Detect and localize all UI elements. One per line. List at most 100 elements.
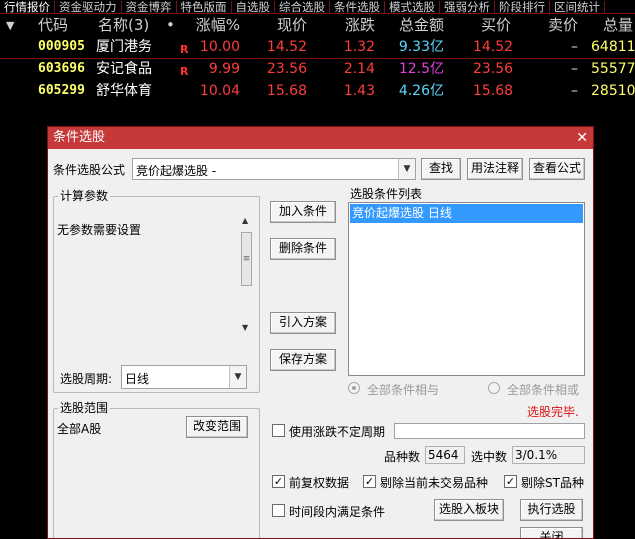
add-to-board-button[interactable]: 选股入板块 [434, 499, 504, 521]
cell-name: 舒华体育 [96, 83, 152, 99]
find-button[interactable]: 查找 [421, 158, 461, 180]
close-icon[interactable]: ✕ [576, 130, 588, 146]
period-value: 日线 [125, 372, 150, 386]
cell-price: 14.52 [266, 39, 307, 55]
chevron-down-icon[interactable]: ▼ [398, 159, 415, 179]
or-label: 全部条件相或 [507, 383, 580, 397]
scroll-down-icon[interactable]: ▼ [242, 323, 248, 332]
or-radio[interactable] [488, 382, 500, 394]
cell-chg: 2.14 [343, 61, 375, 77]
params-text: 无参数需要设置 [57, 223, 142, 237]
col-dot: • [166, 16, 175, 34]
cell-code: 000905 [38, 39, 85, 54]
cell-code: 605299 [38, 83, 85, 98]
top-tab-4[interactable]: 自选股 [232, 1, 275, 13]
count-label: 品种数 [384, 450, 421, 464]
col-price[interactable]: 现价 [264, 14, 307, 36]
cell-price: 23.56 [266, 61, 307, 77]
grid-header: ▼ 代码 名称(3) • 涨幅% 现价 涨跌 总金额 买价 卖价 总量 [0, 14, 635, 36]
top-tab-bar: 行情报价 资金驱动力 资金博弈 特色版面 自选股 综合选股 条件选股 模式选股 强弱分析 阶段排行… [0, 0, 635, 14]
execute-select-button[interactable]: 执行选股 [520, 499, 583, 521]
cell-ask: – [571, 61, 578, 77]
top-tab-0[interactable]: 行情报价 [0, 1, 55, 13]
params-scrollbar[interactable]: ▲ ≡ ▼ [240, 216, 254, 336]
top-tab-9[interactable]: 阶段排行 [495, 1, 550, 13]
cell-amount: 4.26亿 [398, 83, 444, 99]
top-tab-7[interactable]: 模式选股 [385, 1, 440, 13]
irregular-period-label: 使用涨跌不定周期 [289, 425, 386, 439]
formula-label: 条件选股公式 [53, 163, 126, 177]
col-amount[interactable]: 总金额 [392, 14, 444, 36]
col-bid[interactable]: 买价 [473, 14, 511, 36]
selected-value: 3/0.1% [515, 448, 558, 462]
selected-label: 选中数 [471, 450, 508, 464]
cell-vol: 285104 [591, 83, 635, 99]
col-ask[interactable]: 卖价 [540, 14, 578, 36]
usage-notes-button[interactable]: 用法注释 [467, 158, 523, 180]
view-formula-button[interactable]: 查看公式 [529, 158, 585, 180]
cell-vol: 648111 [591, 39, 635, 55]
timeframe-checkbox[interactable] [272, 504, 285, 517]
exclude-st-label: 剔除ST品种 [521, 476, 584, 490]
exclude-untraded-checkbox[interactable]: ✓ [363, 475, 376, 488]
top-tab-8[interactable]: 强弱分析 [440, 1, 495, 13]
scroll-thumb[interactable]: ≡ [241, 232, 252, 286]
cell-num: 2 [6, 61, 15, 77]
condition-list[interactable]: 竞价起爆选股 日线 [348, 202, 585, 376]
irregular-period-input[interactable] [394, 423, 585, 439]
range-group-label: 选股范围 [58, 401, 111, 415]
cell-code: 603696 [38, 61, 85, 76]
table-row[interactable]: 3 605299 舒华体育 10.04 15.68 1.43 4.26亿 15.68 –2851… [0, 80, 635, 102]
forward-adjust-checkbox[interactable]: ✓ [272, 475, 285, 488]
change-range-button[interactable]: 改变范围 [186, 416, 248, 438]
col-pct[interactable]: 涨幅% [190, 14, 240, 36]
cell-name: 安记食品 [96, 61, 152, 77]
col-code[interactable]: 代码 [38, 14, 68, 36]
close-button[interactable]: 关闭 [520, 527, 583, 538]
save-plan-button[interactable]: 保存方案 [270, 349, 336, 371]
add-condition-button[interactable]: 加入条件 [270, 201, 336, 223]
condition-select-dialog: 条件选股 ✕ 条件选股公式 竞价起爆选股 - ▼ 查找 用法注释 查看公式 计算… [47, 126, 594, 539]
sort-arrow-icon[interactable]: ▼ [6, 15, 14, 37]
and-radio[interactable] [348, 382, 360, 394]
chevron-down-icon[interactable]: ▼ [229, 366, 246, 388]
top-tab-6[interactable]: 条件选股 [330, 1, 385, 13]
formula-select[interactable]: 竞价起爆选股 - ▼ [132, 158, 416, 180]
range-value: 全部A股 [57, 422, 102, 436]
cell-num: 1 [6, 39, 15, 55]
cell-chg: 1.43 [343, 83, 375, 99]
col-vol[interactable]: 总量 [603, 14, 633, 36]
scroll-up-icon[interactable]: ▲ [242, 216, 248, 225]
import-plan-button[interactable]: 引入方案 [270, 312, 336, 334]
cell-name: 厦门港务 [96, 39, 152, 55]
forward-adjust-label: 前复权数据 [289, 476, 350, 490]
exclude-st-checkbox[interactable]: ✓ [504, 475, 517, 488]
cell-amount: 9.33亿 [398, 39, 444, 55]
timeframe-label: 时间段内满足条件 [289, 505, 386, 519]
top-tab-1[interactable]: 资金驱动力 [55, 1, 122, 13]
col-name[interactable]: 名称(3) [98, 14, 149, 36]
period-select[interactable]: 日线 ▼ [121, 365, 247, 389]
top-tab-3[interactable]: 特色版面 [177, 1, 232, 13]
cell-bid: 15.68 [473, 83, 514, 99]
cell-vol: 555779 [591, 61, 635, 77]
cell-num: 3 [6, 83, 15, 99]
cell-bid: 23.56 [473, 61, 514, 77]
quote-grid: ▼ 代码 名称(3) • 涨幅% 现价 涨跌 总金额 买价 卖价 总量 1 000… [0, 14, 635, 106]
delete-condition-button[interactable]: 删除条件 [270, 238, 336, 260]
condition-list-item[interactable]: 竞价起爆选股 日线 [350, 204, 583, 223]
dialog-title: 条件选股 [53, 130, 106, 145]
top-tab-10[interactable]: 区间统计 [550, 1, 605, 13]
top-tab-5[interactable]: 综合选股 [275, 1, 330, 13]
count-value: 5464 [428, 448, 459, 462]
table-row[interactable]: 2 603696 安记食品 R 9.99 23.56 2.14 12.5亿 23.56–5557… [0, 58, 635, 80]
irregular-period-checkbox[interactable] [272, 424, 285, 437]
and-label: 全部条件相与 [367, 383, 440, 397]
cell-ask: – [571, 39, 578, 55]
exclude-untraded-label: 剔除当前未交易品种 [380, 476, 489, 490]
col-chg[interactable]: 涨跌 [335, 14, 375, 36]
cell-pct: 10.00 [199, 39, 240, 55]
dialog-titlebar[interactable]: 条件选股 ✕ [48, 127, 593, 149]
top-tab-2[interactable]: 资金博弈 [122, 1, 177, 13]
table-row[interactable]: 1 000905 厦门港务 R 10.00 14.52 1.32 9.33亿 14.52–648… [0, 36, 635, 58]
